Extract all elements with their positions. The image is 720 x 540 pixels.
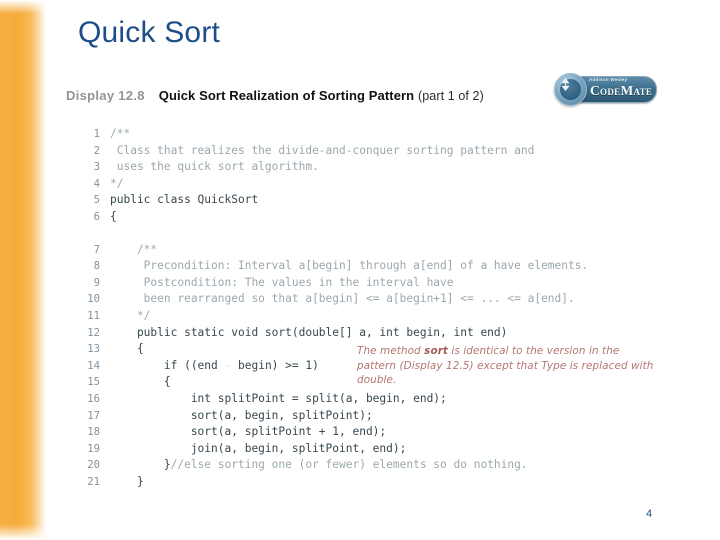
code-row: 5 public class QuickSort: [66, 192, 676, 209]
code-row: 17 sort(a, begin, splitPoint);: [66, 408, 676, 425]
code-line-number: 17: [87, 409, 100, 422]
code-line-source: int splitPoint = split(a, begin, end);: [110, 391, 447, 405]
code-line-source: /**: [110, 127, 131, 140]
code-line-number: 7: [93, 243, 100, 256]
code-line-source: join(a, begin, splitPoint, end);: [110, 441, 407, 455]
code-listing: 1 /** 2 Class that realizes the divide-and…: [66, 126, 676, 490]
code-row: 11 */: [66, 308, 676, 325]
code-row: 6{: [66, 209, 676, 226]
code-line-source: sort(a, splitPoint + 1, end);: [110, 425, 387, 439]
slide-title: Quick Sort: [78, 16, 221, 49]
code-row: 1 /**: [66, 126, 676, 143]
annotation-text-before: The method: [357, 345, 425, 357]
code-row: 2 Class that realizes the divide-and-con…: [66, 143, 676, 160]
code-line-number: 9: [93, 276, 100, 289]
code-line-number: 4: [93, 177, 100, 190]
code-line-source: }: [110, 474, 144, 488]
code-line-source: if ((end - begin) >= 1): [110, 358, 319, 372]
code-row: 20 }//else sorting one (or fewer) elemen…: [66, 457, 676, 474]
code-line-number: 6: [93, 210, 100, 223]
code-line-number: 15: [87, 376, 100, 389]
code-line-source: been rearranged so that a[begin] <= a[be…: [110, 292, 575, 306]
accent-band-top-fade: [0, 0, 46, 14]
code-spacer-row: [66, 226, 676, 242]
display-label: Display 12.8: [66, 88, 145, 103]
code-line-number: 19: [87, 442, 100, 455]
accent-band: [0, 0, 46, 540]
code-line-number: 3: [93, 161, 100, 174]
code-row: 16 int splitPoint = split(a, begin, end)…: [66, 391, 676, 408]
code-line-source: }//else sorting one (or fewer) elements …: [110, 458, 528, 472]
code-line-number: 16: [87, 392, 100, 405]
code-line-source: uses the quick sort algorithm.: [110, 160, 319, 174]
code-line-number: 18: [87, 426, 100, 439]
code-line-source: {: [110, 375, 171, 389]
code-line-source: Postcondition: The values in the interva…: [110, 275, 454, 289]
code-line-number: 1: [93, 128, 100, 140]
logo-wordmark: CodeMate: [590, 83, 653, 98]
code-row: 9 Postcondition: The values in the inter…: [66, 275, 676, 292]
code-line-source: Precondition: Interval a[begin] through …: [110, 259, 589, 273]
code-line-number: 21: [87, 475, 100, 488]
logo-brandline: Addison Wesley: [589, 77, 628, 82]
code-row: 3 uses the quick sort algorithm.: [66, 159, 676, 176]
code-row: 19 join(a, begin, splitPoint, end);: [66, 441, 676, 458]
code-line-number: 5: [93, 194, 100, 207]
annotation-bold-token: sort: [424, 345, 448, 357]
display-part-label: (part 1 of 2): [417, 89, 484, 103]
code-line-source: */: [110, 308, 151, 322]
code-line-source: sort(a, begin, splitPoint);: [110, 408, 373, 422]
code-row: 12 public static void sort(double[] a, i…: [66, 325, 676, 342]
code-row: 21 }: [66, 474, 676, 491]
code-line-number: 2: [93, 144, 100, 157]
triangle-emblem-icon: [561, 78, 570, 91]
code-line-source: */: [110, 176, 124, 190]
code-line-source: /**: [110, 242, 158, 256]
code-line-number: 20: [87, 459, 100, 472]
code-line-source: Class that realizes the divide-and-conqu…: [110, 143, 535, 157]
accent-band-bottom-fade: [0, 524, 46, 540]
display-title-text: Quick Sort Realization of Sorting Patter…: [158, 88, 415, 103]
code-row: 18 sort(a, splitPoint + 1, end);: [66, 424, 676, 441]
code-row: 7 /**: [66, 242, 676, 259]
code-line-number: 14: [87, 359, 100, 372]
code-row: 8 Precondition: Interval a[begin] throug…: [66, 258, 676, 275]
code-line-source: public static void sort(double[] a, int …: [110, 325, 508, 339]
codemate-logo: Addison Wesley CodeMate: [553, 71, 657, 107]
code-line-number: 13: [87, 343, 100, 356]
code-line-source: public class QuickSort: [110, 193, 259, 207]
code-line-number: 10: [87, 293, 100, 306]
logo-badge-icon: [554, 73, 587, 106]
code-row: 4 */: [66, 176, 676, 193]
code-line-number: 11: [87, 309, 100, 322]
code-line-number: 8: [93, 260, 100, 273]
handwritten-annotation: The method sort is identical to the vers…: [357, 344, 657, 388]
code-line-source: {: [110, 342, 144, 356]
code-line-source: {: [110, 209, 117, 223]
accent-band-texture: [0, 0, 46, 540]
code-line-number: 12: [87, 326, 100, 339]
display-title: Quick Sort Realization of Sorting Patter…: [159, 88, 484, 103]
code-row: 10 been rearranged so that a[begin] <= a…: [66, 291, 676, 308]
page-number: 4: [646, 508, 653, 520]
